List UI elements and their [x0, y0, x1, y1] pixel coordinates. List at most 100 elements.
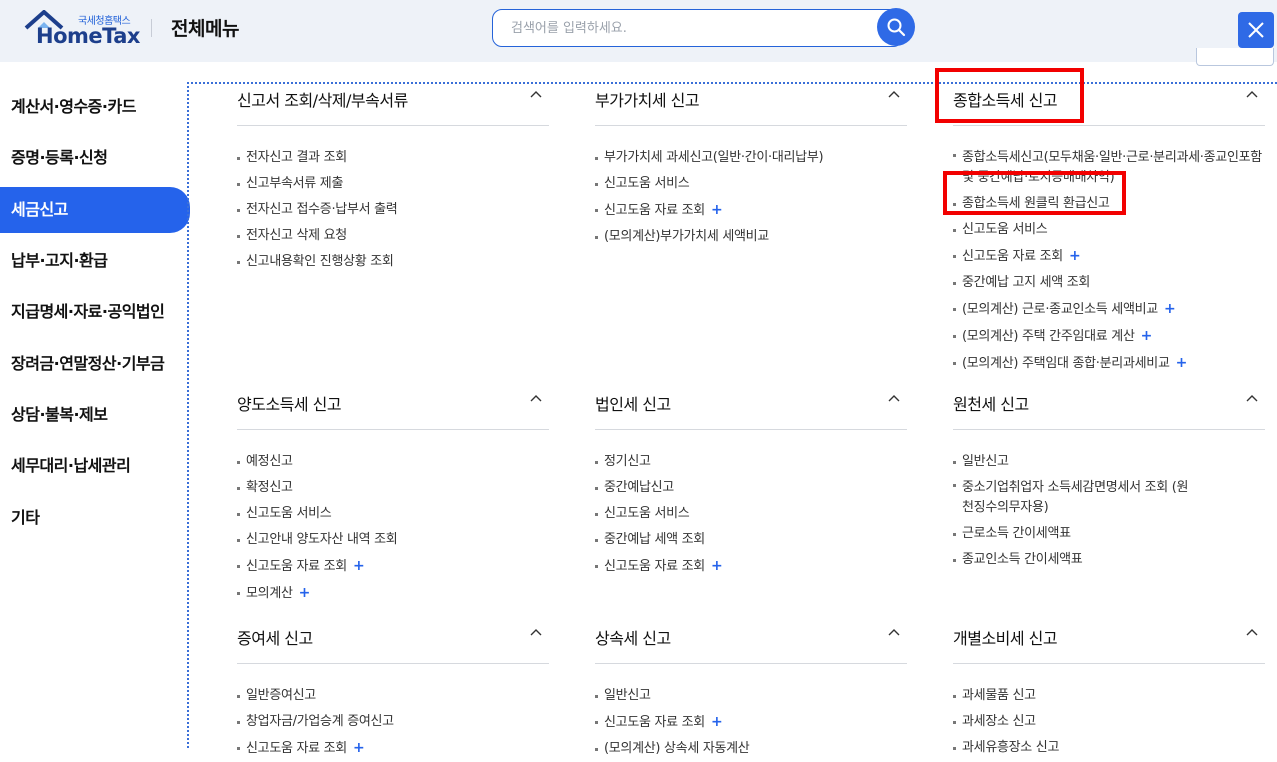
menu-link[interactable]: (모의계산) 주택임대 종합·분리과세비교 +	[953, 350, 1265, 377]
chevron-up-icon[interactable]	[529, 392, 543, 406]
section-header[interactable]: 원천세 신고	[953, 386, 1265, 430]
plus-icon[interactable]: +	[711, 202, 723, 218]
section-header[interactable]: 부가가치세 신고	[595, 82, 907, 126]
menu-link[interactable]: 전자신고 삭제 요청	[237, 223, 549, 249]
logo-text: HomeTax	[36, 24, 140, 48]
menu-link[interactable]: (모의계산) 근로·종교인소득 세액비교 +	[953, 296, 1265, 323]
section-title: 부가가치세 신고	[595, 91, 700, 110]
chevron-up-icon[interactable]	[1245, 88, 1259, 102]
section-title: 개별소비세 신고	[953, 629, 1058, 648]
close-icon	[1248, 22, 1264, 38]
search-icon	[887, 18, 906, 37]
chevron-up-icon[interactable]	[887, 626, 901, 640]
plus-icon[interactable]: +	[711, 558, 723, 574]
menu-link[interactable]: 신고도움 서비스	[595, 501, 907, 527]
search-button[interactable]	[877, 8, 915, 46]
menu-link[interactable]: 종교인소득 간이세액표	[953, 547, 1265, 573]
menu-link[interactable]: 신고도움 서비스	[953, 217, 1265, 243]
plus-icon[interactable]: +	[353, 558, 365, 574]
section-title: 신고서 조회/삭제/부속서류	[237, 91, 408, 110]
chevron-up-icon[interactable]	[887, 392, 901, 406]
chevron-up-icon[interactable]	[1245, 392, 1259, 406]
menu-link[interactable]: (모의계산) 상속세 자동계산	[595, 736, 907, 762]
menu-link[interactable]: 일반증여신고	[237, 683, 549, 709]
header: 국세청홈택스 HomeTax 전체메뉴	[0, 0, 1277, 62]
menu-link[interactable]: 근로소득 간이세액표	[953, 521, 1265, 547]
highlight-box-income-tax-title	[935, 68, 1084, 123]
plus-icon[interactable]: +	[711, 714, 723, 730]
menu-link[interactable]: 일반신고	[595, 683, 907, 709]
menu-link[interactable]: 중소기업취업자 소득세감면명세서 조회 (원천징수의무자용)	[953, 475, 1193, 521]
plus-icon[interactable]: +	[353, 740, 365, 756]
section-title: 양도소득세 신고	[237, 395, 342, 414]
menu-link[interactable]: 신고도움 서비스	[595, 171, 907, 197]
section-header[interactable]: 신고서 조회/삭제/부속서류	[237, 82, 549, 126]
section-capital-gains: 양도소득세 신고 예정신고 확정신고 신고도움 서비스 신고안내 양도자산 내역…	[237, 386, 549, 607]
menu-link[interactable]: 모의계산 +	[237, 580, 549, 607]
plus-icon[interactable]: +	[299, 585, 311, 601]
plus-icon[interactable]: +	[1141, 328, 1153, 344]
plus-icon[interactable]: +	[1164, 301, 1176, 317]
sidebar-item-tax-filing[interactable]: 세금신고	[0, 187, 190, 233]
chevron-up-icon[interactable]	[529, 88, 543, 102]
menu-link[interactable]: 신고도움 자료 조회 +	[953, 243, 1265, 270]
section-income-tax: 종합소득세 신고 종합소득세신고(모두채움·일반·근로·분리과세·종교인포함 및…	[953, 82, 1265, 377]
section-header[interactable]: 증여세 신고	[237, 620, 549, 664]
menu-link[interactable]: 신고내용확인 진행상황 조회	[237, 249, 549, 275]
section-header[interactable]: 법인세 신고	[595, 386, 907, 430]
section-title: 증여세 신고	[237, 629, 313, 648]
close-button[interactable]	[1238, 12, 1274, 48]
menu-link[interactable]: 정기신고	[595, 449, 907, 475]
sidebar-item-invoice[interactable]: 계산서·영수증·카드	[0, 84, 190, 130]
menu-link[interactable]: 예정신고	[237, 449, 549, 475]
sidebar-item-etc[interactable]: 기타	[0, 495, 190, 541]
menu-link[interactable]: (모의계산)부가가치세 세액비교	[595, 224, 907, 250]
sidebar-item-consult[interactable]: 상담·불복·제보	[0, 392, 190, 438]
section-excise-tax: 개별소비세 신고 과세물품 신고 과세장소 신고 과세유흥장소 신고	[953, 620, 1265, 761]
header-divider	[151, 19, 152, 37]
menu-link[interactable]: 중간예납신고	[595, 475, 907, 501]
menu-link[interactable]: 창업자금/가업승계 증여신고	[237, 709, 549, 735]
menu-link[interactable]: 부가가치세 과세신고(일반·간이·대리납부)	[595, 145, 907, 171]
section-header[interactable]: 개별소비세 신고	[953, 620, 1265, 664]
section-corporate-tax: 법인세 신고 정기신고 중간예납신고 신고도움 서비스 중간예납 세액 조회 신…	[595, 386, 907, 580]
menu-link[interactable]: 신고도움 자료 조회 +	[595, 553, 907, 580]
chevron-up-icon[interactable]	[1245, 626, 1259, 640]
sidebar-item-certificate[interactable]: 증명·등록·신청	[0, 135, 190, 181]
menu-link[interactable]: 신고도움 자료 조회 +	[237, 553, 549, 580]
section-title: 상속세 신고	[595, 629, 671, 648]
menu-link[interactable]: 전자신고 결과 조회	[237, 145, 549, 171]
sidebar-item-incentive[interactable]: 장려금·연말정산·기부금	[0, 341, 190, 387]
menu-link[interactable]: 중간예납 세액 조회	[595, 527, 907, 553]
menu-link[interactable]: 신고도움 서비스	[237, 501, 549, 527]
search-input[interactable]	[511, 18, 871, 38]
page-title: 전체메뉴	[171, 18, 239, 40]
menu-link[interactable]: 과세장소 신고	[953, 709, 1265, 735]
section-header[interactable]: 상속세 신고	[595, 620, 907, 664]
menu-link[interactable]: 신고안내 양도자산 내역 조회	[237, 527, 549, 553]
menu-link[interactable]: 과세유흥장소 신고	[953, 735, 1265, 761]
hometax-logo[interactable]: 국세청홈택스 HomeTax	[24, 10, 140, 48]
sidebar-item-statement[interactable]: 지급명세·자료·공익법인	[0, 289, 190, 335]
menu-link[interactable]: 중간예납 고지 세액 조회	[953, 270, 1265, 296]
sidebar-item-agent[interactable]: 세무대리·납세관리	[0, 443, 190, 489]
section-header[interactable]: 양도소득세 신고	[237, 386, 549, 430]
menu-link[interactable]: 신고부속서류 제출	[237, 171, 549, 197]
plus-icon[interactable]: +	[1176, 355, 1188, 371]
menu-link[interactable]: 과세물품 신고	[953, 683, 1265, 709]
menu-link[interactable]: (모의계산) 주택 간주임대료 계산 +	[953, 323, 1265, 350]
menu-link[interactable]: 신고도움 자료 조회 +	[237, 735, 549, 762]
menu-link[interactable]: 신고도움 자료 조회 +	[595, 709, 907, 736]
menu-link[interactable]: 전자신고 접수증·납부서 출력	[237, 197, 549, 223]
section-vat: 부가가치세 신고 부가가치세 과세신고(일반·간이·대리납부) 신고도움 서비스…	[595, 82, 907, 250]
menu-link[interactable]: 확정신고	[237, 475, 549, 501]
menu-link[interactable]: 신고도움 자료 조회 +	[595, 197, 907, 224]
chevron-up-icon[interactable]	[529, 626, 543, 640]
section-gift-tax: 증여세 신고 일반증여신고 창업자금/가업승계 증여신고 신고도움 자료 조회 +	[237, 620, 549, 762]
sidebar-item-payment[interactable]: 납부·고지·환급	[0, 238, 190, 284]
plus-icon[interactable]: +	[1069, 248, 1081, 264]
chevron-up-icon[interactable]	[887, 88, 901, 102]
section-title: 원천세 신고	[953, 395, 1029, 414]
menu-link[interactable]: 일반신고	[953, 449, 1265, 475]
section-return-inquiry: 신고서 조회/삭제/부속서류 전자신고 결과 조회 신고부속서류 제출 전자신고…	[237, 82, 549, 275]
